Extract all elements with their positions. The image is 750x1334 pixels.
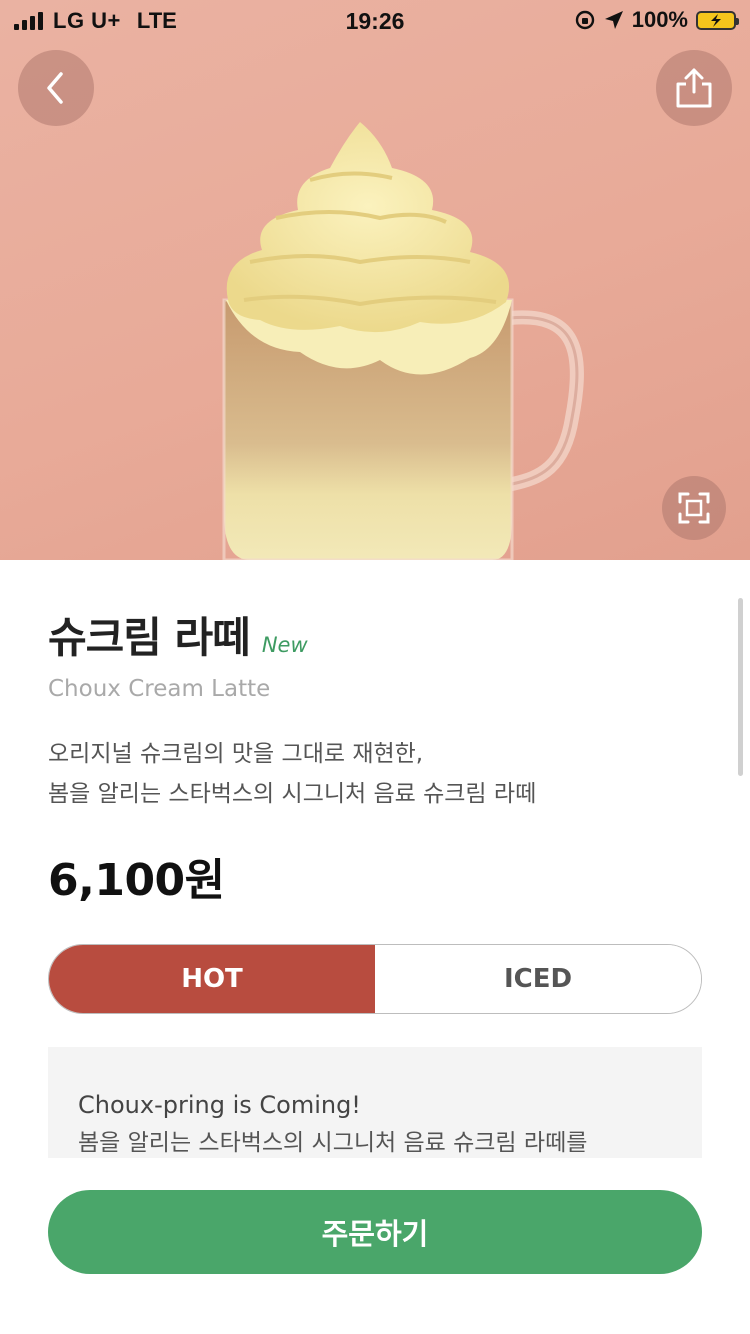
product-name-english: Choux Cream Latte <box>48 676 271 702</box>
drink-photo <box>222 122 584 560</box>
share-icon <box>676 68 712 108</box>
expand-icon <box>678 492 710 524</box>
product-price: 6,100원 <box>48 855 225 906</box>
bottom-bar: 주문하기 <box>0 1158 750 1334</box>
title-row: 슈크림 라떼 New <box>48 604 308 665</box>
fullscreen-button[interactable] <box>662 476 726 540</box>
new-badge: New <box>261 633 308 657</box>
description-line: 봄을 알리는 스타벅스의 시그니처 음료 슈크림 라떼 <box>48 781 537 807</box>
battery-charging-icon <box>696 10 739 30</box>
info-text: 봄을 알리는 스타벅스의 시그니처 음료 슈크림 라떼를 <box>78 1130 588 1156</box>
order-button[interactable]: 주문하기 <box>48 1190 702 1274</box>
share-button[interactable] <box>656 50 732 126</box>
description-line: 오리지널 슈크림의 맛을 그대로 재현한, <box>48 741 424 767</box>
chevron-left-icon <box>47 72 63 104</box>
temperature-toggle: HOT ICED <box>48 944 702 1014</box>
scrollbar[interactable] <box>738 598 743 776</box>
status-bar: LG U+ LTE 19:26 100% <box>0 0 750 44</box>
product-description: 오리지널 슈크림의 맛을 그대로 재현한, 봄을 알리는 스타벅스의 시그니처 … <box>48 734 536 814</box>
product-hero-image <box>0 0 750 560</box>
info-heading: Choux-pring is Coming! <box>78 1091 361 1119</box>
iced-option[interactable]: ICED <box>375 945 701 1013</box>
battery-percent: 100% <box>631 7 688 32</box>
hot-option[interactable]: HOT <box>49 945 375 1013</box>
product-name: 슈크림 라떼 <box>48 613 251 662</box>
back-button[interactable] <box>18 50 94 126</box>
orientation-lock-icon <box>575 10 594 30</box>
location-arrow-icon <box>604 11 623 29</box>
